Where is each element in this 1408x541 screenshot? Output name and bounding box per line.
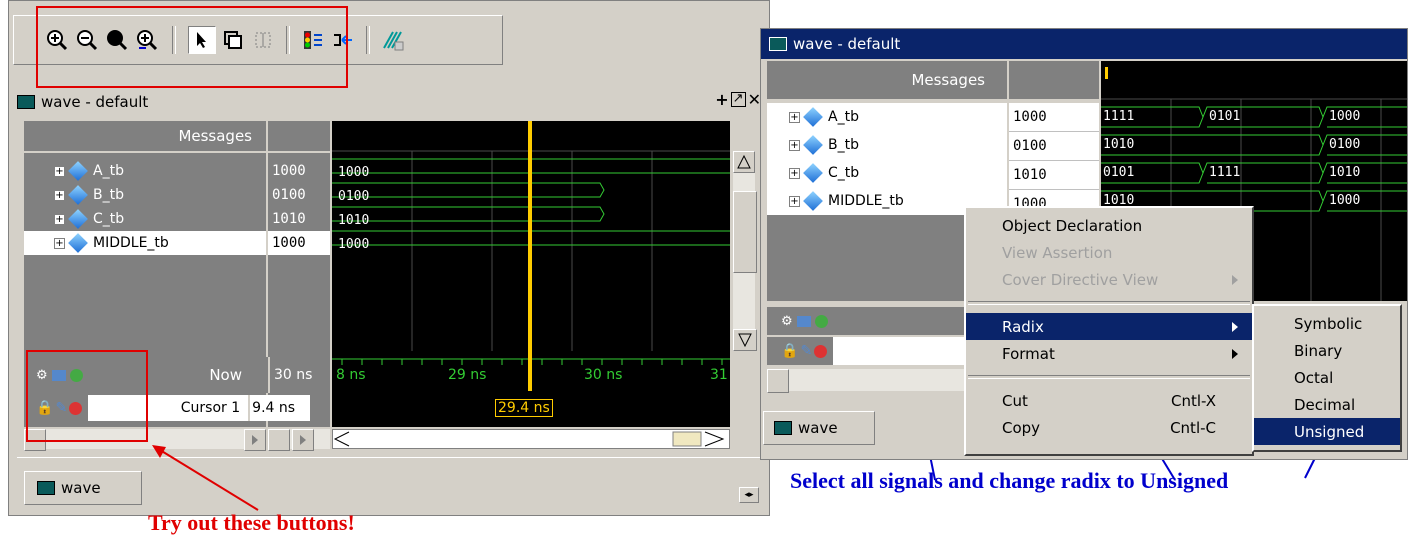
wave-value-label: 1010	[1329, 165, 1361, 180]
menu-item-radix[interactable]: Radix	[966, 313, 1252, 340]
left-callout-text: Try out these buttons!	[148, 510, 355, 535]
menu-item-object-declaration[interactable]: Object Declaration	[966, 212, 1252, 239]
submenu-arrow-icon	[1232, 348, 1238, 359]
messages-header: Messages	[767, 61, 1007, 103]
menu-separator	[968, 301, 1250, 305]
right-signal-list: + A_tb + B_tb + C_tb + MIDDLE_tb	[767, 103, 1007, 215]
delete-cursor-icon[interactable]	[814, 344, 828, 358]
add-cursor-icon[interactable]	[814, 314, 828, 328]
wave-value-label: 0101	[1103, 165, 1135, 180]
menu-item-cut[interactable]: Cut Cntl-X	[966, 387, 1252, 414]
insert-window-icon[interactable]	[796, 315, 811, 327]
menu-item-copy[interactable]: Copy Cntl-C	[966, 414, 1252, 441]
menu-item-view-assertion: View Assertion	[1002, 243, 1113, 262]
window-title: wave - default	[793, 35, 901, 53]
signal-row-c-tb[interactable]: + C_tb	[767, 159, 1007, 187]
signal-name: MIDDLE_tb	[828, 193, 904, 209]
right-callout-text: Select all signals and change radix to U…	[790, 468, 1229, 493]
expand-icon[interactable]: +	[789, 139, 800, 151]
signal-value: 1000	[1009, 103, 1099, 132]
radix-decimal[interactable]: Decimal	[1254, 391, 1400, 418]
wave-value-label: 1000	[1329, 193, 1361, 208]
menu-item-cover-directive-view: Cover Directive View	[966, 266, 1252, 293]
wave-value-label: 1111	[1103, 109, 1135, 124]
signal-value: 1010	[1009, 161, 1099, 190]
wave-window-icon	[774, 421, 792, 435]
submenu-arrow-icon	[1232, 274, 1238, 285]
expand-icon[interactable]: +	[789, 195, 800, 207]
menu-shortcut: Cntl-X	[1171, 391, 1216, 410]
signal-value: 0100	[1009, 132, 1099, 161]
wave-value-label: 0101	[1209, 109, 1241, 124]
signal-name: B_tb	[828, 137, 859, 153]
signal-diamond-icon	[803, 163, 823, 183]
lock-cursor-icon[interactable]: 🔒	[781, 343, 798, 359]
right-title-bar: wave - default	[761, 29, 1407, 59]
tab-label: wave	[798, 419, 838, 437]
radix-submenu: Symbolic Binary Octal Decimal Unsigned	[1252, 304, 1402, 452]
signal-row-a-tb[interactable]: + A_tb	[767, 103, 1007, 131]
signal-row-b-tb[interactable]: + B_tb	[767, 131, 1007, 159]
menu-separator	[968, 375, 1250, 379]
signal-diamond-icon	[803, 191, 823, 211]
menu-item-format[interactable]: Format	[966, 340, 1252, 367]
radix-octal[interactable]: Octal	[1254, 364, 1400, 391]
wave-value-label: 1000	[1329, 109, 1361, 124]
radix-binary[interactable]: Binary	[1254, 337, 1400, 364]
expand-icon[interactable]: +	[789, 111, 800, 123]
signal-name: C_tb	[828, 165, 860, 181]
wave-value-label: 1010	[1103, 137, 1135, 152]
context-menu: Object Declaration View Assertion Cover …	[964, 206, 1254, 456]
wave-window-icon	[769, 37, 787, 51]
messages-label: Messages	[911, 71, 985, 89]
expand-icon[interactable]: +	[789, 167, 800, 179]
edit-cursor-icon[interactable]: ✎	[800, 343, 812, 359]
add-signal-icon[interactable]: ⚙	[781, 314, 793, 329]
menu-shortcut: Cntl-C	[1170, 418, 1216, 437]
right-tab-wave[interactable]: wave	[763, 411, 875, 445]
radix-symbolic[interactable]: Symbolic	[1254, 310, 1400, 337]
signal-diamond-icon	[803, 135, 823, 155]
wave-value-label: 0100	[1329, 137, 1361, 152]
submenu-arrow-icon	[1232, 321, 1238, 332]
scroll-left-arrow-icon[interactable]	[767, 369, 789, 393]
wave-value-label: 1111	[1209, 165, 1241, 180]
radix-unsigned[interactable]: Unsigned	[1254, 418, 1400, 445]
signal-name: A_tb	[828, 109, 859, 125]
signal-diamond-icon	[803, 107, 823, 127]
